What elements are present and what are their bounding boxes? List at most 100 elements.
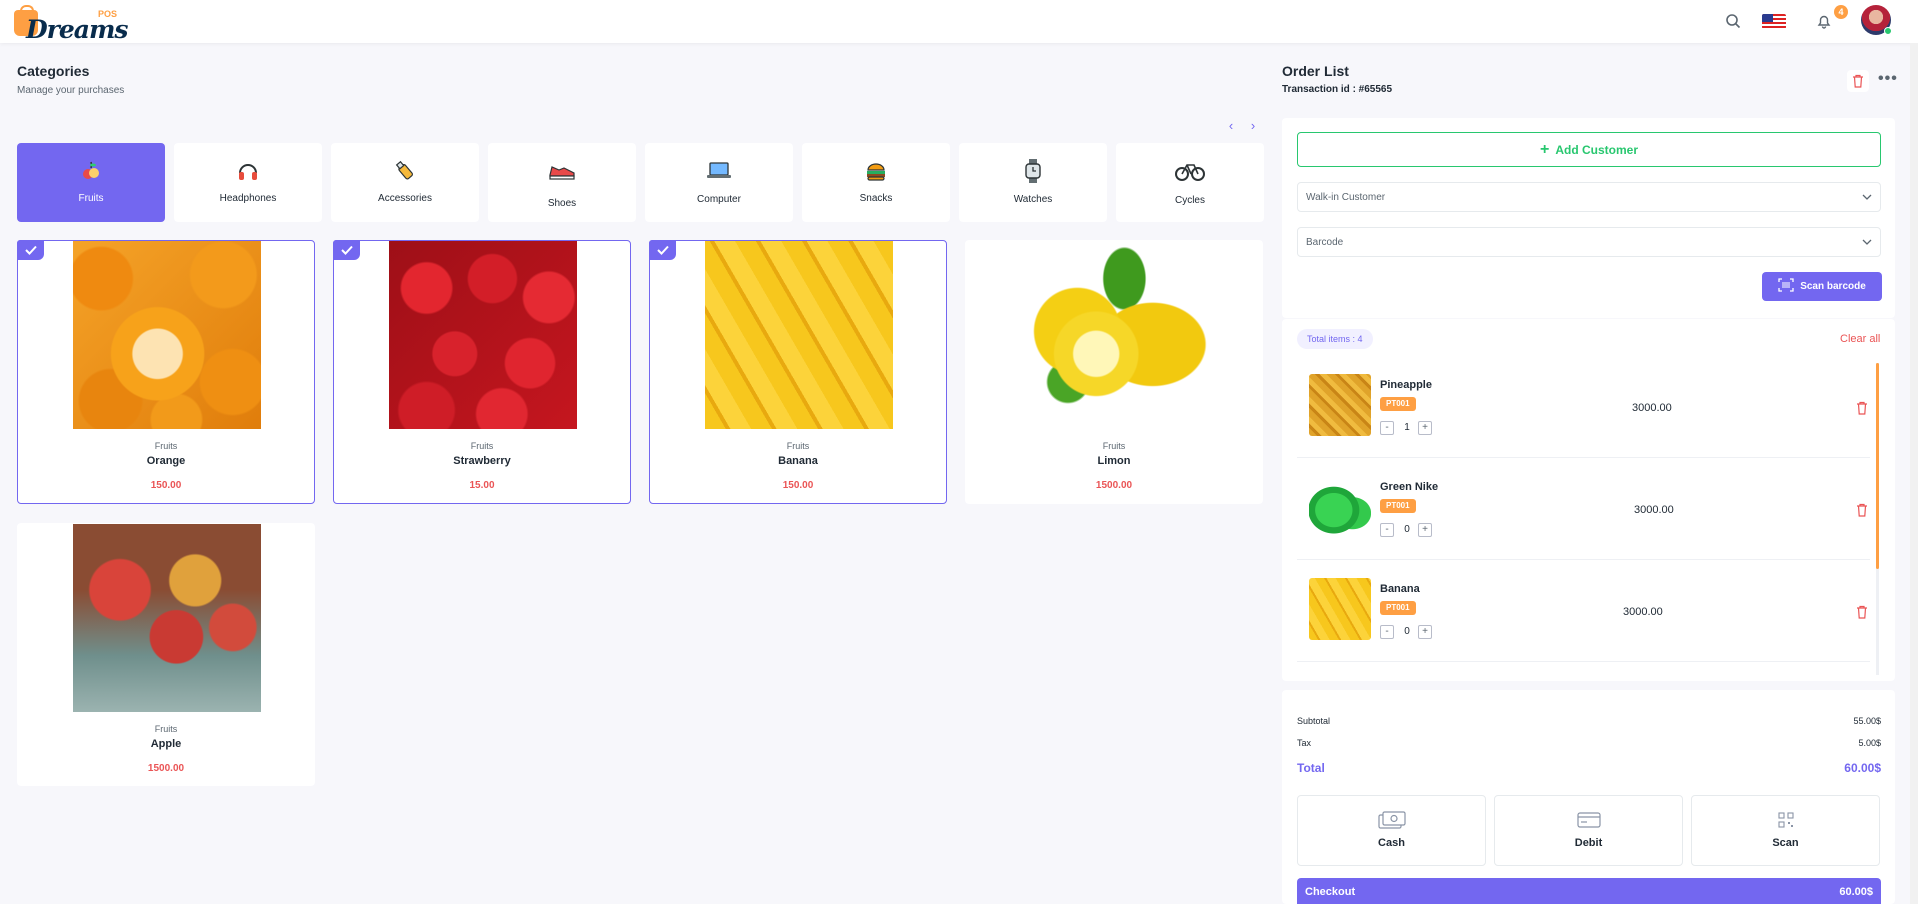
- clear-all-link[interactable]: Clear all: [1840, 333, 1880, 345]
- tax-row: Tax 5.00$: [1297, 738, 1881, 748]
- subtotal-row: Subtotal 55.00$: [1297, 716, 1881, 726]
- customer-select[interactable]: Walk-in Customer: [1297, 182, 1881, 212]
- scan-barcode-button[interactable]: Scan barcode: [1762, 272, 1882, 301]
- product-category: Fruits: [154, 724, 178, 734]
- cart-item-price: 3000.00: [1623, 606, 1663, 618]
- more-options-icon[interactable]: •••: [1878, 70, 1898, 88]
- customer-select-value: Walk-in Customer: [1306, 191, 1386, 203]
- notification-badge: 4: [1834, 5, 1848, 19]
- category-watches[interactable]: Watches: [959, 143, 1107, 222]
- pay-label: Cash: [1378, 837, 1405, 849]
- product-category: Fruits: [1102, 441, 1126, 451]
- tax-value: 5.00$: [1858, 738, 1881, 748]
- category-label: Computer: [697, 194, 741, 205]
- cart-item-name: Banana: [1380, 583, 1420, 595]
- decrease-qty-button[interactable]: -: [1380, 625, 1394, 639]
- logo-text: Dreams: [26, 15, 128, 44]
- product-price: 150.00: [150, 480, 182, 491]
- sneaker-icon: [488, 157, 636, 185]
- barcode-select[interactable]: Barcode: [1297, 227, 1881, 257]
- checkout-label: Checkout: [1305, 886, 1356, 898]
- checkmark-icon: [17, 240, 44, 260]
- increase-qty-button[interactable]: +: [1418, 523, 1432, 537]
- cart-scrollbar-thumb[interactable]: [1876, 363, 1879, 569]
- cart-item-banana: Banana PT001 - 0 + 3000.00: [1297, 566, 1870, 662]
- scan-barcode-label: Scan barcode: [1800, 281, 1866, 292]
- pay-label: Scan: [1772, 837, 1799, 849]
- total-row: Total 60.00$: [1297, 761, 1881, 775]
- pay-cash-button[interactable]: Cash: [1297, 795, 1486, 866]
- category-headphones[interactable]: Headphones: [174, 143, 322, 222]
- product-card-strawberry[interactable]: Fruits Strawberry 15.00: [333, 240, 631, 504]
- checkout-amount: 60.00$: [1839, 886, 1873, 898]
- trash-icon[interactable]: [1854, 604, 1870, 620]
- cart-item-code: PT001: [1380, 499, 1416, 513]
- trash-icon[interactable]: [1854, 502, 1870, 518]
- pay-debit-button[interactable]: Debit: [1494, 795, 1683, 866]
- total-items-badge: Total items : 4: [1297, 329, 1373, 349]
- product-price: 1500.00: [147, 763, 185, 774]
- category-cycles[interactable]: Cycles: [1116, 143, 1264, 222]
- category-fruits[interactable]: Fruits: [17, 143, 165, 222]
- fruits-icon: [17, 157, 165, 185]
- bell-icon[interactable]: [1813, 10, 1835, 32]
- chevron-right-icon[interactable]: ›: [1246, 119, 1260, 133]
- category-snacks[interactable]: Snacks: [802, 143, 950, 222]
- trash-icon[interactable]: [1847, 70, 1869, 92]
- category-computer[interactable]: Computer: [645, 143, 793, 222]
- category-accessories[interactable]: Accessories: [331, 143, 479, 222]
- qty-value[interactable]: 0: [1400, 626, 1414, 637]
- add-customer-button[interactable]: + Add Customer: [1297, 132, 1881, 167]
- us-flag-icon[interactable]: [1762, 14, 1786, 29]
- product-name: Apple: [150, 738, 182, 750]
- decrease-qty-button[interactable]: -: [1380, 421, 1394, 435]
- increase-qty-button[interactable]: +: [1418, 625, 1432, 639]
- chevron-down-icon: [1862, 192, 1872, 203]
- checkmark-icon: [333, 240, 360, 260]
- cart-item-pineapple: Pineapple PT001 - 1 + 3000.00: [1297, 362, 1870, 458]
- chevron-down-icon: [1862, 237, 1872, 248]
- online-status-dot: [1884, 27, 1892, 35]
- product-name: Limon: [1097, 455, 1131, 467]
- page-subtitle: Manage your purchases: [17, 85, 125, 96]
- product-image: [705, 241, 893, 429]
- cart-item-image: [1309, 476, 1371, 538]
- usb-drive-icon: [331, 157, 479, 185]
- category-label: Accessories: [378, 193, 432, 204]
- barcode-select-value: Barcode: [1306, 236, 1344, 248]
- product-image: [1021, 241, 1209, 429]
- cart-item-image: [1309, 374, 1371, 436]
- pay-scan-button[interactable]: Scan: [1691, 795, 1880, 866]
- category-label: Snacks: [859, 193, 893, 204]
- qty-value[interactable]: 1: [1400, 422, 1414, 433]
- product-card-limon[interactable]: Fruits Limon 1500.00: [965, 240, 1263, 504]
- page-scrollbar[interactable]: [1910, 43, 1918, 904]
- category-label: Shoes: [547, 198, 577, 209]
- cart-item-code: PT001: [1380, 601, 1416, 615]
- chevron-left-icon[interactable]: ‹: [1224, 119, 1238, 133]
- cart-item-green-nike: Green Nike PT001 - 0 + 3000.00: [1297, 464, 1870, 560]
- product-category: Fruits: [786, 441, 810, 451]
- headphones-icon: [174, 157, 322, 185]
- logo[interactable]: Dreams POS: [14, 5, 128, 44]
- search-icon[interactable]: [1722, 10, 1744, 32]
- product-category: Fruits: [154, 441, 178, 451]
- category-shoes[interactable]: Shoes: [488, 143, 636, 222]
- product-name: Orange: [146, 455, 186, 467]
- category-label: Watches: [1013, 194, 1053, 205]
- subtotal-label: Subtotal: [1297, 716, 1331, 726]
- subtotal-value: 55.00$: [1853, 716, 1881, 726]
- increase-qty-button[interactable]: +: [1418, 421, 1432, 435]
- product-card-banana[interactable]: Fruits Banana 150.00: [649, 240, 947, 504]
- top-header: Dreams POS 4: [0, 0, 1918, 44]
- product-image: [389, 241, 577, 429]
- product-card-orange[interactable]: Fruits Orange 150.00: [17, 240, 315, 504]
- cart-item-image: [1309, 578, 1371, 640]
- add-customer-label: Add Customer: [1555, 142, 1638, 157]
- decrease-qty-button[interactable]: -: [1380, 523, 1394, 537]
- category-label: Headphones: [219, 193, 277, 204]
- trash-icon[interactable]: [1854, 400, 1870, 416]
- qty-value[interactable]: 0: [1400, 524, 1414, 535]
- checkout-button[interactable]: Checkout 60.00$: [1297, 878, 1881, 904]
- product-card-apple[interactable]: Fruits Apple 1500.00: [17, 523, 315, 786]
